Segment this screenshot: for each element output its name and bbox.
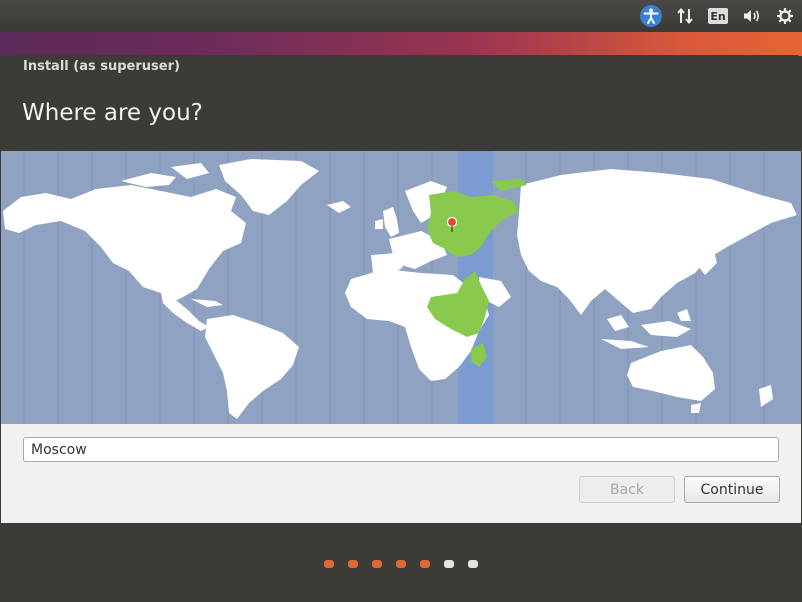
- installer-window: Install (as superuser) Where are you? Mo…: [1, 55, 801, 600]
- progress-dot: [372, 560, 382, 568]
- window-title: Install (as superuser): [23, 59, 180, 74]
- progress-indicator: [1, 560, 801, 568]
- page-title: Where are you?: [22, 100, 203, 126]
- progress-dot: [468, 560, 478, 568]
- progress-dot: [396, 560, 406, 568]
- city-search-input[interactable]: [23, 437, 779, 462]
- desktop-wallpaper: [0, 32, 802, 56]
- progress-dot: [444, 560, 454, 568]
- network-icon[interactable]: [676, 7, 694, 25]
- continue-button[interactable]: Continue: [684, 476, 780, 503]
- volume-icon[interactable]: [742, 8, 762, 24]
- back-button[interactable]: Back: [579, 476, 675, 503]
- keyboard-layout-icon[interactable]: En: [708, 8, 728, 24]
- timezone-map[interactable]: [1, 151, 801, 424]
- top-panel: En: [0, 0, 802, 32]
- power-settings-icon[interactable]: [776, 7, 794, 25]
- progress-dot: [324, 560, 334, 568]
- accessibility-icon[interactable]: [640, 5, 662, 27]
- progress-dot: [348, 560, 358, 568]
- progress-footer: [1, 523, 801, 600]
- location-panel: Back Continue: [1, 424, 801, 523]
- system-tray: En: [626, 0, 802, 32]
- progress-dot: [420, 560, 430, 568]
